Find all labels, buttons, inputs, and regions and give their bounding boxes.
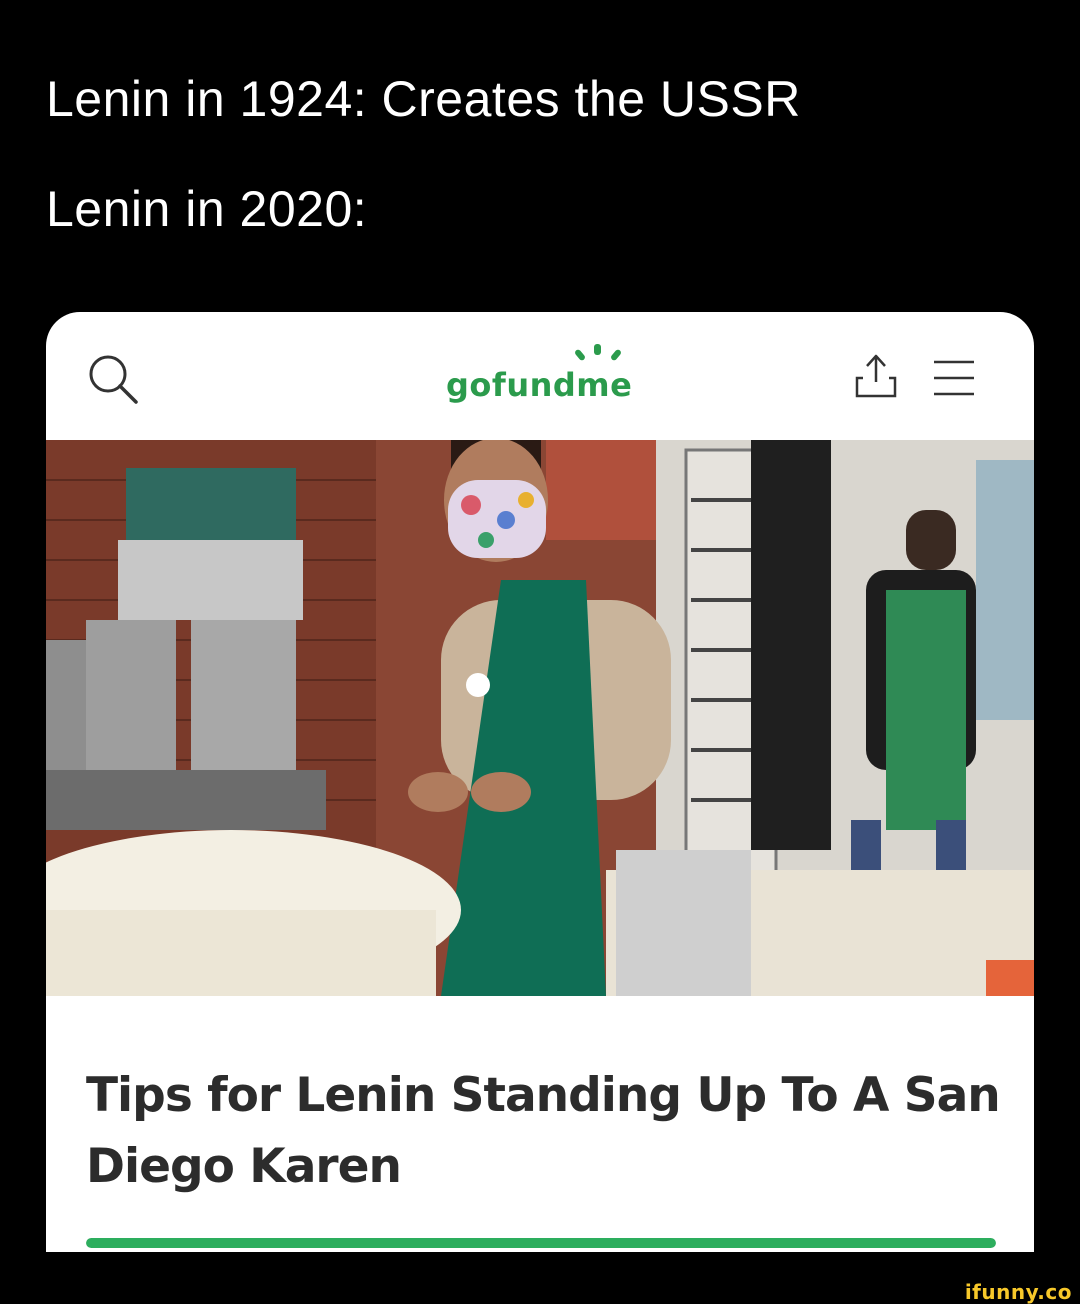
campaign-photo[interactable] (46, 440, 1034, 996)
watermark-strip (0, 1280, 1080, 1302)
donation-progress-fill (86, 1238, 996, 1248)
donation-progress-bar (86, 1238, 996, 1248)
search-icon[interactable] (86, 352, 140, 406)
ifunny-watermark: ifunny.co (964, 1280, 1072, 1304)
hamburger-menu-icon[interactable] (930, 356, 978, 400)
share-icon[interactable] (854, 350, 898, 400)
gofundme-logo[interactable]: gofundme (442, 334, 642, 424)
meme-caption-line-2: Lenin in 2020: (46, 181, 368, 237)
app-top-bar: gofundme (46, 312, 1034, 440)
logo-wordmark: gofundme (446, 366, 633, 404)
campaign-title[interactable]: Tips for Lenin Standing Up To A San Dieg… (86, 1060, 1016, 1202)
meme-caption-line-1: Lenin in 1924: Creates the USSR (46, 71, 801, 127)
gofundme-screenshot-card: gofundme Tips for Lenin Standing Up To A… (46, 312, 1034, 1252)
